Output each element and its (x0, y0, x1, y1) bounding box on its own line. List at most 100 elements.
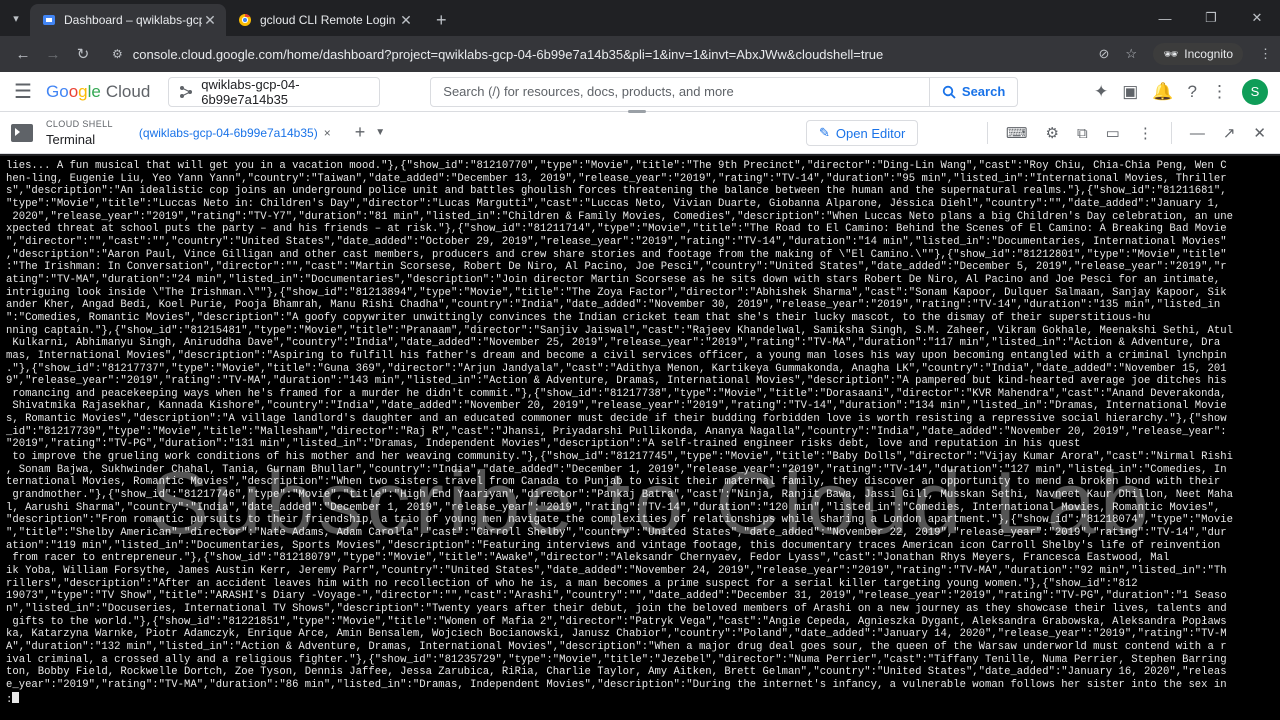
browser-menu-icon[interactable]: ⋮ (1259, 46, 1272, 62)
tab-gcloud-login[interactable]: gcloud CLI Remote Login ✕ (226, 4, 422, 36)
terminal-output[interactable]: lies... A fun musical that will get you … (0, 156, 1280, 720)
terminal-line: ival criminal, a crossed ally and a reli… (6, 653, 1227, 666)
maximize-icon[interactable]: ❐ (1188, 0, 1234, 36)
cloud-shell-label: CLOUD SHELL (46, 118, 113, 129)
terminal-line: "2019","rating":"TV-PG","duration":"131 … (6, 438, 1081, 451)
header-actions: ✦ ▣ 🔔 ? ⋮ S (1094, 78, 1280, 105)
search-button-label: Search (961, 84, 1006, 99)
incognito-badge[interactable]: 🕶 Incognito (1153, 43, 1243, 65)
session-tab-label: (qwiklabs-gcp-04-6b99e7a14b35) (138, 125, 318, 140)
tab-dashboard[interactable]: Dashboard – qwiklabs-gcp-04- ✕ (30, 4, 226, 36)
keyboard-icon[interactable]: ⌨ (1006, 124, 1028, 142)
window-controls: — ❐ ✕ (1142, 0, 1280, 36)
terminal-line: ternational Movies, Romantic Movies","de… (6, 476, 1221, 489)
divider (986, 122, 988, 144)
logo-product: Cloud (105, 81, 151, 101)
open-editor-button[interactable]: ✎ Open Editor (806, 120, 919, 146)
project-selector[interactable]: qwiklabs-gcp-04-6b99e7a14b35 (168, 76, 381, 107)
terminal-line: ander Kher, Angad Bedi, Koel Purie, Pooj… (6, 299, 1221, 312)
chevron-down-icon[interactable]: ▼ (375, 127, 385, 138)
resize-handle[interactable] (628, 110, 646, 113)
cloud-shell-title: CLOUD SHELL Terminal (46, 119, 113, 147)
divider (1170, 122, 1172, 144)
google-cloud-logo[interactable]: Google Cloud (46, 82, 150, 102)
chrome-icon (238, 13, 252, 27)
back-icon[interactable]: ← (8, 46, 38, 63)
open-editor-label: Open Editor (835, 125, 906, 141)
add-session-button[interactable]: + (355, 122, 366, 143)
close-window-icon[interactable]: ✕ (1234, 0, 1280, 36)
avatar[interactable]: S (1242, 78, 1268, 105)
terminal-line: 19073","type":"TV Show","title":"ARASHI'… (6, 590, 1227, 603)
terminal-line: ik Yoba, William Forsythe, James Austin … (6, 565, 1227, 577)
search-input[interactable] (431, 77, 929, 106)
url-text: console.cloud.google.com/home/dashboard?… (132, 46, 884, 62)
url-bar[interactable]: ⚙ console.cloud.google.com/home/dashboar… (104, 40, 1093, 68)
bookmark-star-icon[interactable]: ☆ (1125, 46, 1137, 62)
notifications-bell-icon[interactable]: 🔔 (1152, 82, 1173, 102)
hamburger-menu-icon[interactable]: ☰ (0, 79, 46, 104)
close-session-icon[interactable]: × (324, 126, 331, 140)
incognito-label: Incognito (1184, 47, 1233, 61)
layout-icon[interactable]: ▭ (1106, 124, 1120, 142)
terminal-line: s","description":"An idealistic cop join… (6, 185, 1227, 198)
settings-gear-icon[interactable]: ⚙ (1045, 124, 1058, 142)
cloud-shell-icon[interactable]: ▣ (1122, 82, 1138, 102)
tab-search-icon[interactable]: ▾ (6, 8, 26, 28)
web-preview-icon[interactable]: ⧉ (1077, 125, 1088, 142)
terminal-line: nning captain."},{"show_id":"81215481","… (6, 324, 1233, 337)
minimize-shell-icon[interactable]: — (1190, 125, 1205, 142)
terminal-line: ":"Comedies, Romantic Movies","descripti… (6, 311, 1151, 324)
terminal-icon (0, 123, 44, 142)
terminal-line: mas, International Movies","description"… (6, 349, 1227, 362)
terminal-line: xpected threat at school puts the party … (6, 223, 1227, 236)
console-search: Search (430, 76, 1019, 107)
terminal-line: ."},{"show_id":"81217737","type":"Movie"… (6, 362, 1227, 375)
terminal-line: rillers","description":"After an acciden… (6, 577, 1138, 590)
help-icon[interactable]: ? (1188, 82, 1197, 102)
close-tab-icon[interactable]: ✕ (202, 12, 218, 29)
close-shell-icon[interactable]: ✕ (1253, 124, 1266, 142)
terminal-line: "type":"Movie","title":"Luccas Neto in: … (6, 197, 1221, 210)
terminal-text: lies... A fun musical that will get you … (6, 160, 1280, 692)
terminal-line: ","title":"Shelby American","director":"… (6, 527, 1227, 540)
tab-terminal-session[interactable]: (qwiklabs-gcp-04-6b99e7a14b35) × (139, 126, 331, 140)
incognito-icon: 🕶 (1163, 47, 1179, 61)
gemini-sparkle-icon[interactable]: ✦ (1094, 82, 1108, 102)
open-new-window-icon[interactable]: ↗ (1223, 124, 1236, 142)
terminal-line: lies... A fun musical that will get you … (6, 160, 1227, 172)
terminal-line: ","director":"","cast":"","country":"Uni… (6, 235, 1227, 248)
terminal-line: intriguing look inside \"The Irishman.\"… (6, 286, 1227, 299)
terminal-line: 2020","release_year":"2019","rating":"TV… (6, 210, 1233, 223)
reload-icon[interactable]: ↻ (68, 45, 98, 63)
project-name: qwiklabs-gcp-04-6b99e7a14b35 (201, 76, 300, 107)
terminal-line: n","listed_in":"Docuseries, Internationa… (6, 602, 1227, 615)
terminal-line: gifts to the world."},{"show_id":"812218… (6, 615, 1227, 628)
address-bar-row: ← → ↻ ⚙ console.cloud.google.com/home/da… (0, 36, 1280, 72)
logo-part: le (87, 81, 101, 101)
forward-icon[interactable]: → (38, 46, 68, 63)
terminal-line: l, Aarushi Sharma","country":"India","da… (6, 501, 1221, 514)
shell-actions: ⌨ ⚙ ⧉ ▭ ⋮ — ↗ ✕ (986, 112, 1266, 154)
search-icon (942, 85, 956, 99)
new-tab-button[interactable]: + (422, 4, 461, 36)
logo-part: g (78, 81, 88, 101)
browser-tab-strip: ▾ Dashboard – qwiklabs-gcp-04- ✕ gcloud … (0, 0, 1280, 36)
site-info-icon[interactable]: ⚙ (112, 47, 123, 61)
more-vert-icon[interactable]: ⋮ (1138, 124, 1153, 142)
terminal-line: 9","release_year":"2019","rating":"TV-MA… (6, 375, 1227, 388)
eye-off-icon[interactable]: ⊘ (1099, 46, 1110, 62)
search-button[interactable]: Search (928, 77, 1017, 106)
logo-part: Go (46, 81, 69, 101)
terminal-line: hen-ling, Eugenie Liu, Yeo Yann Yann","c… (6, 172, 1227, 185)
google-cloud-icon (42, 13, 56, 27)
terminal-line: _id":"81217739","type":"Movie","title":"… (6, 425, 1227, 438)
tab-title: Dashboard – qwiklabs-gcp-04- (64, 13, 202, 27)
more-options-icon[interactable]: ⋮ (1211, 82, 1228, 102)
terminal-line: A","duration":"132 min","listed_in":"Act… (6, 640, 1227, 653)
minimize-icon[interactable]: — (1142, 0, 1188, 36)
terminal-line: ,"description":"Aaron Paul, Vince Gillig… (6, 248, 1227, 261)
close-tab-icon[interactable]: ✕ (398, 12, 414, 29)
cloud-shell-toolbar: CLOUD SHELL Terminal (qwiklabs-gcp-04-6b… (0, 110, 1280, 154)
terminal-line: romancing and peacekeeping ways when he'… (6, 387, 1227, 400)
